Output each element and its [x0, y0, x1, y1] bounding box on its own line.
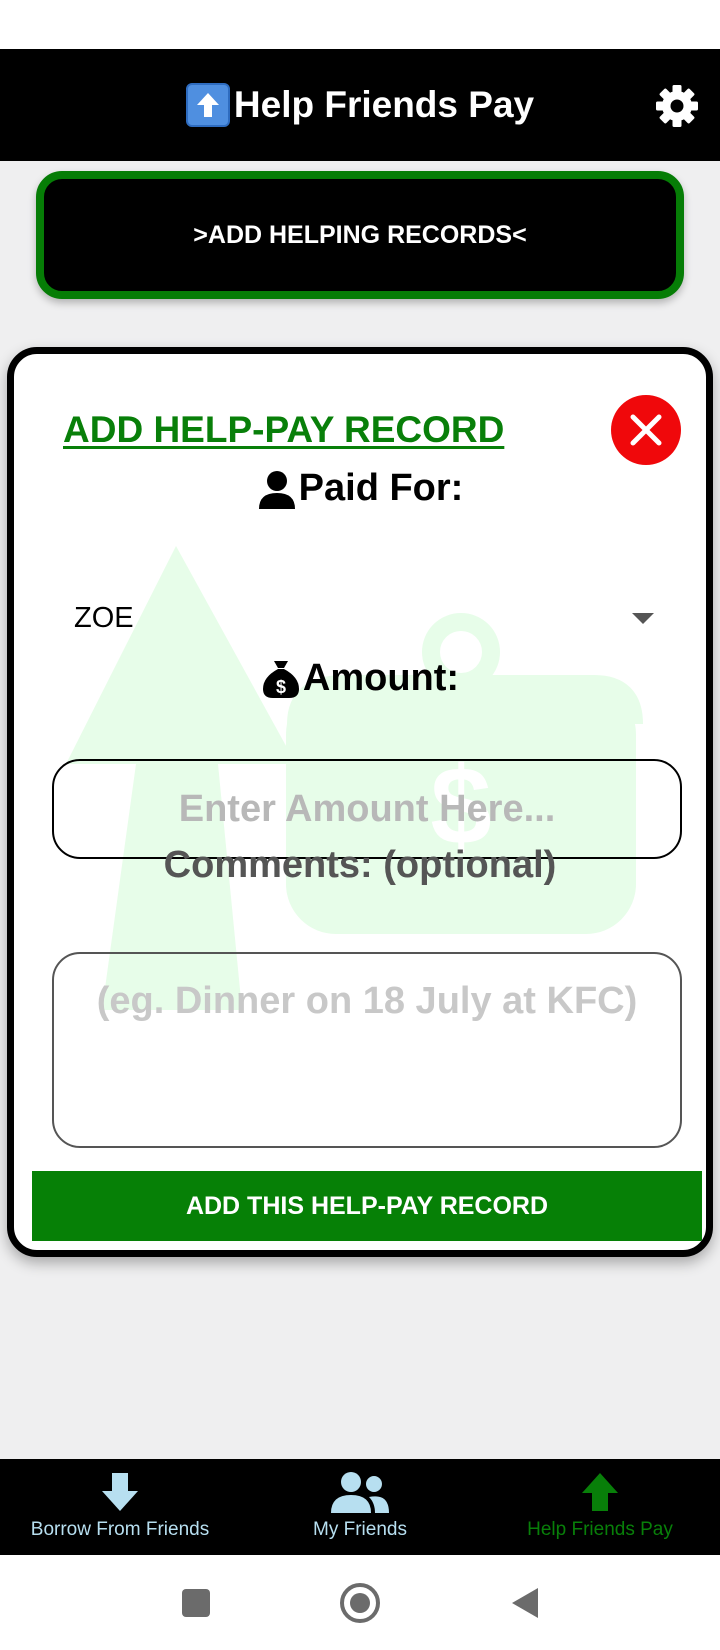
paid-for-select[interactable]: ZOE	[74, 590, 654, 646]
amount-label: Amount:	[302, 657, 460, 699]
nav-label-help-friends-pay: Help Friends Pay	[527, 1519, 673, 1540]
bottom-nav: Borrow From Friends My Friends Help Frie…	[0, 1459, 720, 1555]
paid-for-value: ZOE	[74, 601, 134, 634]
nav-label-borrow: Borrow From Friends	[30, 1519, 210, 1540]
home-button[interactable]	[338, 1555, 382, 1650]
add-help-pay-modal: $ ADD HELP-PAY RECORD Paid For: ZOE $ Am…	[7, 347, 713, 1257]
page-title: Help Friends Pay	[185, 83, 535, 127]
settings-button[interactable]	[654, 83, 700, 129]
close-button[interactable]	[611, 395, 681, 465]
square-icon	[182, 1588, 210, 1617]
amount-placeholder: Enter Amount Here...	[178, 787, 556, 830]
comments-placeholder: (eg. Dinner on 18 July at KFC)	[96, 980, 638, 1022]
up-arrow-emoji-icon	[185, 83, 230, 127]
comments-input[interactable]: (eg. Dinner on 18 July at KFC)	[52, 952, 682, 1148]
system-nav-bar	[0, 1555, 720, 1650]
paid-for-label: Paid For:	[298, 467, 464, 509]
back-button[interactable]	[508, 1555, 542, 1650]
comments-label: Comments: (optional)	[163, 844, 557, 886]
user-icon	[258, 470, 295, 509]
users-icon	[331, 1472, 389, 1513]
chevron-down-icon	[632, 612, 654, 624]
money-bag-icon: $	[262, 660, 299, 698]
header-title-text: Help Friends Pay	[233, 84, 535, 125]
close-icon	[630, 414, 662, 446]
app-header: Help Friends Pay	[0, 49, 720, 161]
amount-label-row: $ Amount:	[14, 657, 706, 700]
modal-title: ADD HELP-PAY RECORD	[63, 409, 505, 450]
svg-text:$: $	[276, 677, 286, 697]
up-arrow-icon	[582, 1473, 618, 1511]
add-record-button-label: ADD THIS HELP-PAY RECORD	[185, 1191, 549, 1220]
add-helping-records-button[interactable]: >ADD HELPING RECORDS<	[36, 171, 684, 299]
gear-icon	[656, 85, 698, 127]
home-circle-icon	[340, 1582, 380, 1623]
nav-label-my-friends: My Friends	[313, 1519, 407, 1540]
nav-item-borrow-from-friends[interactable]: Borrow From Friends	[0, 1459, 240, 1555]
recents-button[interactable]	[180, 1555, 212, 1650]
nav-item-help-friends-pay[interactable]: Help Friends Pay	[480, 1459, 720, 1555]
paid-for-label-row: Paid For:	[14, 467, 706, 510]
nav-item-my-friends[interactable]: My Friends	[240, 1459, 480, 1555]
add-helping-records-label: >ADD HELPING RECORDS<	[193, 220, 527, 249]
status-bar	[0, 0, 720, 49]
add-record-button[interactable]: ADD THIS HELP-PAY RECORD	[32, 1171, 702, 1241]
back-triangle-icon	[512, 1587, 538, 1618]
down-arrow-icon	[102, 1473, 138, 1511]
